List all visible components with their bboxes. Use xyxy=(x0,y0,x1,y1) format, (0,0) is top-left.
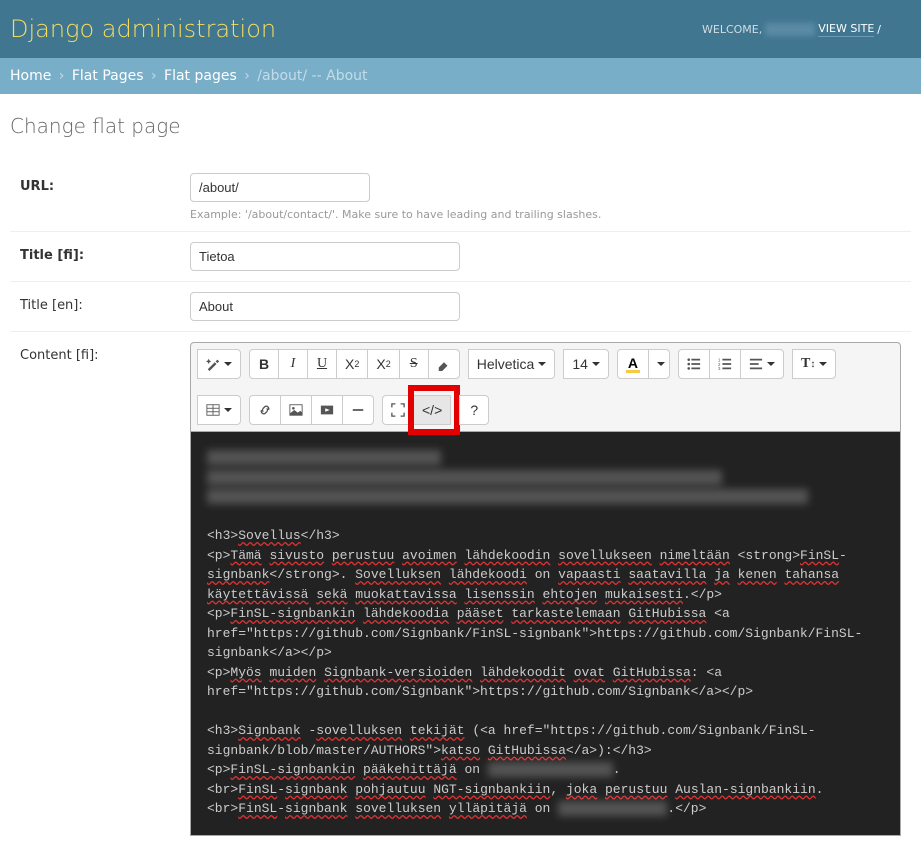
row-url: URL: Example: '/about/contact/'. Make su… xyxy=(10,163,911,232)
username-redacted: xxxx xyxy=(765,23,815,36)
fontname-dropdown[interactable]: Helvetica xyxy=(468,349,556,379)
title-fi-input[interactable] xyxy=(190,242,460,271)
bold-button[interactable]: B xyxy=(249,349,279,379)
breadcrumb-sep: › xyxy=(151,68,157,84)
help-button[interactable]: ? xyxy=(459,395,489,425)
unordered-list-button[interactable] xyxy=(678,349,710,379)
row-title-en: Title [en]: xyxy=(10,282,911,332)
eraser-icon xyxy=(437,357,451,371)
fontcolor-icon: A xyxy=(626,356,640,373)
picture-button[interactable] xyxy=(280,395,312,425)
row-content-fi: Content [fi]: B I U X2 X2 S Helvetica xyxy=(10,332,911,846)
link-icon xyxy=(258,403,272,417)
table-icon xyxy=(206,403,220,417)
picture-icon xyxy=(289,403,303,417)
subscript-button[interactable]: X2 xyxy=(367,349,399,379)
fontsize-dropdown[interactable]: 14 xyxy=(563,349,609,379)
breadcrumb-sep: › xyxy=(244,68,250,84)
table-dropdown[interactable] xyxy=(197,395,241,425)
breadcrumb-home[interactable]: Home xyxy=(10,68,51,84)
align-icon xyxy=(749,357,763,371)
paragraph-dropdown[interactable] xyxy=(740,349,784,379)
url-input[interactable] xyxy=(190,173,370,202)
italic-button[interactable]: I xyxy=(278,349,308,379)
title-en-input[interactable] xyxy=(190,292,460,321)
superscript-button[interactable]: X2 xyxy=(336,349,368,379)
ol-icon: 123 xyxy=(718,357,732,371)
wysiwyg-editor: B I U X2 X2 S Helvetica 14 A xyxy=(190,342,901,836)
fontname-label: Helvetica xyxy=(477,356,535,372)
magic-button[interactable] xyxy=(197,349,241,379)
eraser-button[interactable] xyxy=(428,349,460,379)
content: Change flat page URL: Example: '/about/c… xyxy=(0,94,921,866)
breadcrumb-app[interactable]: Flat Pages xyxy=(72,68,144,84)
title-en-label: Title [en]: xyxy=(20,292,180,313)
hr-button[interactable] xyxy=(342,395,374,425)
breadcrumb-current: /about/ -- About xyxy=(257,68,367,84)
editor-toolbar: B I U X2 X2 S Helvetica 14 A xyxy=(190,342,901,432)
user-tools: WELCOME, xxxx VIEW SITE / xyxy=(702,22,881,37)
page-title: Change flat page xyxy=(10,114,911,138)
link-button[interactable] xyxy=(249,395,281,425)
codeview-button[interactable]: </> xyxy=(413,395,451,425)
welcome-label: WELCOME, xyxy=(702,23,762,36)
fullscreen-icon xyxy=(391,403,405,417)
url-label: URL: xyxy=(20,173,180,194)
url-help: Example: '/about/contact/'. Make sure to… xyxy=(190,208,901,221)
breadcrumb-model[interactable]: Flat pages xyxy=(164,68,237,84)
video-button[interactable] xyxy=(311,395,343,425)
separator: / xyxy=(877,23,881,36)
fontcolor-dropdown[interactable] xyxy=(648,349,670,379)
content-fi-label: Content [fi]: xyxy=(20,342,180,363)
title-fi-label: Title [fi]: xyxy=(20,242,180,263)
strikethrough-button[interactable]: S xyxy=(399,349,429,379)
header: Django administration WELCOME, xxxx VIEW… xyxy=(0,0,921,58)
view-site-link[interactable]: VIEW SITE xyxy=(818,22,874,37)
fontcolor-button[interactable]: A xyxy=(617,349,649,379)
codeview-textarea[interactable]: xxxxxxxxxxxxxxxxxxxxxxxxxxxxxx xxxxxxxxx… xyxy=(190,432,901,836)
minus-icon xyxy=(351,403,365,417)
ul-icon xyxy=(687,357,701,371)
lineheight-dropdown[interactable]: T↕ xyxy=(792,349,836,379)
ordered-list-button[interactable]: 123 xyxy=(709,349,741,379)
breadcrumbs: Home › Flat Pages › Flat pages › /about/… xyxy=(0,58,921,94)
row-title-fi: Title [fi]: xyxy=(10,232,911,282)
underline-button[interactable]: U xyxy=(307,349,337,379)
fullscreen-button[interactable] xyxy=(382,395,414,425)
video-icon xyxy=(320,403,334,417)
breadcrumb-sep: › xyxy=(59,68,65,84)
fontsize-label: 14 xyxy=(572,356,588,372)
site-title: Django administration xyxy=(10,15,276,43)
magic-icon xyxy=(206,357,220,371)
svg-text:3: 3 xyxy=(718,366,721,371)
